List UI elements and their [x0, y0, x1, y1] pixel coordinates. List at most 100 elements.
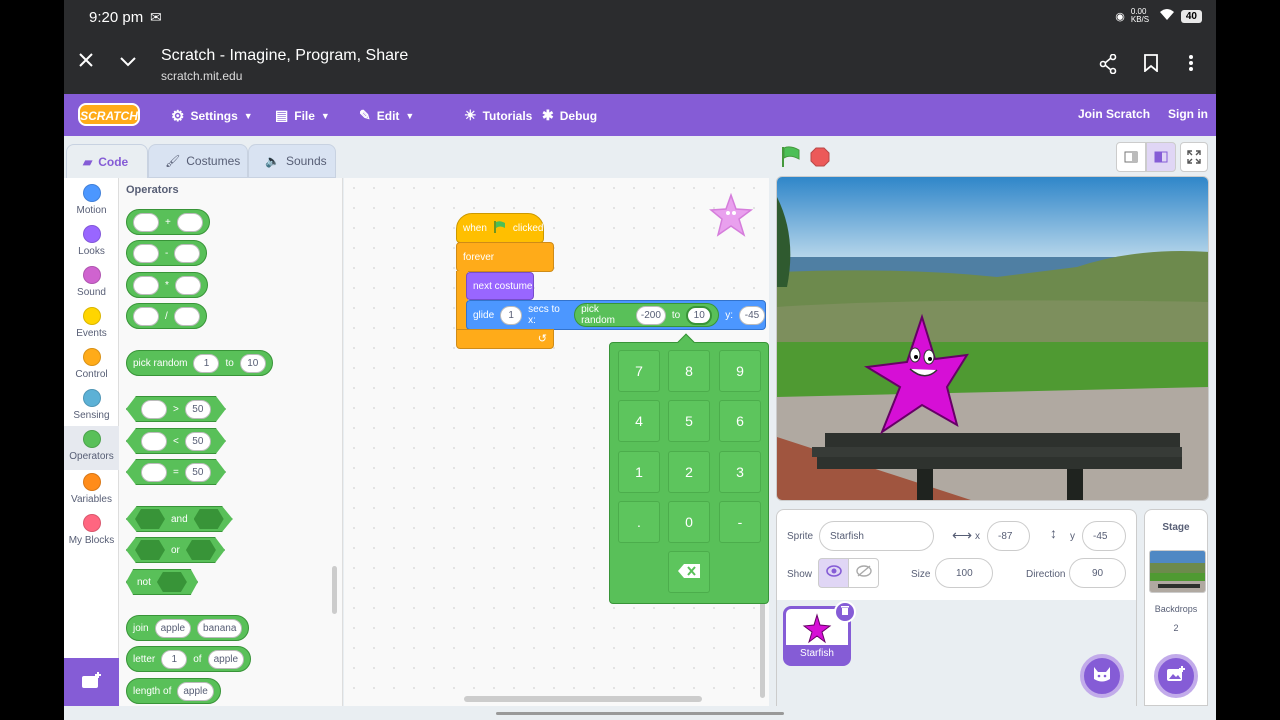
large-stage-button[interactable]: [1146, 142, 1176, 172]
key-3[interactable]: 3: [719, 451, 761, 493]
y-position-input[interactable]: -45: [1082, 521, 1126, 551]
tab-costumes[interactable]: 🖌 Costumes: [148, 144, 248, 178]
chevron-down-icon[interactable]: [119, 52, 137, 75]
category-my-blocks[interactable]: My Blocks: [64, 510, 119, 551]
forever-block[interactable]: forever: [456, 242, 554, 272]
direction-input[interactable]: 90: [1069, 558, 1126, 588]
x-position-input[interactable]: -87: [987, 521, 1030, 551]
category-looks[interactable]: Looks: [64, 221, 119, 262]
workspace-scrollbar-h[interactable]: [464, 696, 702, 702]
input-slot[interactable]: [133, 306, 159, 326]
close-tab-icon[interactable]: [78, 52, 94, 76]
add-block[interactable]: +: [126, 209, 210, 235]
sprite-name-input[interactable]: Starfish: [819, 521, 934, 551]
boolean-slot[interactable]: [193, 509, 224, 529]
glide-to-xy-block[interactable]: glide 1 secs to x: pick random -200 to 1…: [466, 300, 766, 330]
divide-block[interactable]: /: [126, 303, 207, 329]
edit-menu[interactable]: ✎ Edit ▼: [359, 107, 414, 124]
key-7[interactable]: 7: [618, 350, 660, 392]
key-6[interactable]: 6: [719, 400, 761, 442]
small-stage-button[interactable]: [1116, 142, 1146, 172]
key-4[interactable]: 4: [618, 400, 660, 442]
key-2[interactable]: 2: [668, 451, 710, 493]
workspace-scrollbar-v[interactable]: [760, 598, 765, 698]
input-slot[interactable]: apple: [207, 649, 245, 669]
category-sound[interactable]: Sound: [64, 262, 119, 303]
settings-menu[interactable]: ⚙ Settings ▼: [171, 107, 253, 125]
input-slot[interactable]: 50: [184, 399, 211, 419]
input-slot[interactable]: 50: [184, 462, 211, 482]
category-operators[interactable]: Operators: [64, 426, 119, 470]
stop-button[interactable]: [810, 147, 830, 172]
input-slot[interactable]: [141, 399, 167, 419]
input-slot[interactable]: -200: [635, 305, 666, 325]
input-slot[interactable]: 1: [193, 353, 220, 373]
stage-canvas[interactable]: [776, 176, 1209, 501]
key-0[interactable]: 0: [668, 501, 710, 543]
category-variables[interactable]: Variables: [64, 469, 119, 510]
input-slot[interactable]: [133, 243, 159, 263]
palette-scrollbar[interactable]: [332, 566, 337, 614]
letter-of-block[interactable]: letter 1 of apple: [126, 646, 252, 672]
boolean-slot[interactable]: [156, 572, 187, 592]
input-slot[interactable]: -45: [739, 305, 765, 325]
size-input[interactable]: 100: [935, 558, 993, 588]
input-slot[interactable]: [173, 306, 200, 326]
input-slot[interactable]: [176, 212, 203, 232]
page-url[interactable]: scratch.mit.edu: [161, 69, 242, 83]
or-block[interactable]: or: [126, 537, 225, 563]
input-slot[interactable]: [133, 212, 159, 232]
sign-in-link[interactable]: Sign in: [1168, 107, 1208, 121]
choose-sprite-button[interactable]: [1080, 654, 1124, 698]
input-slot[interactable]: [174, 243, 201, 263]
input-slot[interactable]: 10: [686, 305, 713, 325]
key-minus[interactable]: -: [719, 501, 761, 543]
category-control[interactable]: Control: [64, 344, 119, 385]
greater-than-block[interactable]: >50: [126, 396, 226, 422]
scratch-logo[interactable]: SCRATCH: [78, 103, 140, 126]
file-menu[interactable]: ▤ File ▼: [275, 107, 330, 124]
input-slot[interactable]: 1: [500, 305, 523, 325]
input-slot[interactable]: [174, 275, 201, 295]
show-sprite-button[interactable]: [818, 558, 849, 588]
tab-code[interactable]: ▰ Code: [66, 144, 148, 178]
add-extension-button[interactable]: [64, 658, 119, 706]
bookmark-icon[interactable]: [1144, 54, 1158, 77]
input-slot[interactable]: 50: [184, 431, 211, 451]
input-slot[interactable]: [141, 462, 167, 482]
delete-sprite-button[interactable]: [834, 601, 856, 623]
tab-sounds[interactable]: 🔈 Sounds: [248, 144, 336, 178]
boolean-slot[interactable]: [185, 540, 216, 560]
less-than-block[interactable]: <50: [126, 428, 226, 454]
and-block[interactable]: and: [126, 506, 233, 532]
subtract-block[interactable]: -: [126, 240, 208, 266]
pick-random-reporter[interactable]: pick random -200 to 10: [574, 303, 720, 327]
join-block[interactable]: join apple banana: [126, 615, 250, 641]
gesture-nav-bar[interactable]: [496, 712, 784, 715]
fullscreen-button[interactable]: [1180, 142, 1208, 172]
input-slot[interactable]: [133, 275, 159, 295]
key-5[interactable]: 5: [668, 400, 710, 442]
key-1[interactable]: 1: [618, 451, 660, 493]
key-9[interactable]: 9: [719, 350, 761, 392]
pick-random-block[interactable]: pick random 1 to 10: [126, 350, 273, 376]
choose-backdrop-button[interactable]: [1154, 654, 1198, 698]
input-slot[interactable]: apple: [154, 618, 192, 638]
category-motion[interactable]: Motion: [64, 180, 119, 221]
equals-block[interactable]: = 50: [126, 459, 226, 485]
boolean-slot[interactable]: [135, 509, 165, 529]
share-icon[interactable]: [1099, 53, 1117, 79]
hide-sprite-button[interactable]: [848, 558, 879, 588]
input-slot[interactable]: 10: [239, 353, 266, 373]
join-scratch-link[interactable]: Join Scratch: [1078, 107, 1150, 121]
next-costume-block[interactable]: next costume: [466, 272, 534, 300]
multiply-block[interactable]: *: [126, 272, 208, 298]
sprite-tile-starfish[interactable]: Starfish: [783, 601, 856, 666]
input-slot[interactable]: 1: [161, 649, 188, 669]
category-sensing[interactable]: Sensing: [64, 385, 119, 426]
input-slot[interactable]: banana: [197, 618, 243, 638]
debug-button[interactable]: ✱ Debug: [542, 107, 597, 124]
not-block[interactable]: not: [126, 569, 198, 595]
input-slot[interactable]: apple: [177, 681, 214, 701]
tutorials-button[interactable]: ☀ Tutorials: [464, 107, 532, 124]
